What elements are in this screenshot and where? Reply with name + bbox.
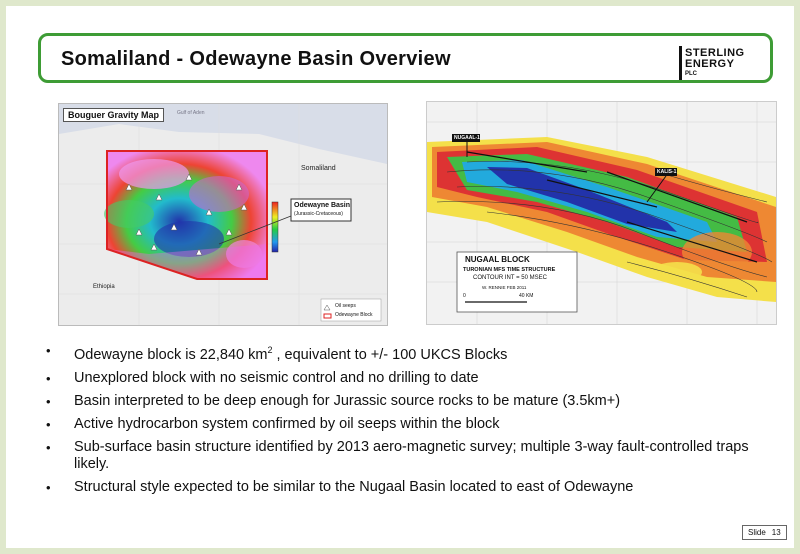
scale-end: 40 KM [519, 293, 534, 299]
logo-bar [679, 46, 682, 80]
ethiopia-label: Ethiopia [93, 284, 115, 290]
title-box: Somaliland - Odewayne Basin Overview [38, 33, 773, 83]
legend-seeps: Oil seeps [335, 303, 356, 309]
structure-label: TURONIAN MFS TIME STRUCTURE [463, 267, 556, 273]
block-title: NUGAAL BLOCK [465, 255, 530, 264]
gravity-map-title: Bouguer Gravity Map [63, 108, 165, 122]
logo-line-3: PLC [685, 71, 697, 77]
scale-start: 0 [463, 293, 466, 299]
slide: Somaliland - Odewayne Basin Overview STE… [6, 6, 794, 548]
bullet-item: Odewayne block is 22,840 km2 , equivalen… [44, 342, 764, 364]
slide-label: Slide [748, 528, 766, 537]
gulf-label: Gulf of Aden [177, 110, 205, 116]
bullet-list: Odewayne block is 22,840 km2 , equivalen… [44, 342, 764, 502]
nugaal-structure-map: NUGAAL-1 KALIS-1 NUGAAL BLOCK TURONIAN M… [426, 101, 777, 325]
slide-number-box: Slide 13 [742, 525, 787, 540]
nugaal-well-label: NUGAAL-1 [454, 135, 480, 141]
callout-subtitle: (Jurassic-Cretaceous) [294, 211, 343, 217]
slide-title: Somaliland - Odewayne Basin Overview [61, 48, 451, 70]
author-label: W. RENNIE FEB 2011 [482, 285, 527, 290]
bullet-item: Sub-surface basin structure identified b… [44, 439, 764, 473]
sterling-energy-logo: STERLING ENERGY PLC [679, 46, 759, 80]
bullet-item: Active hydrocarbon system confirmed by o… [44, 416, 764, 433]
contour-label: CONTOUR INT = 50 MSEC [473, 275, 547, 281]
legend-block: Odewayne Block [335, 312, 373, 318]
logo-line-2: ENERGY [685, 58, 735, 70]
somaliland-label: Somaliland [301, 165, 336, 172]
slide-number: 13 [771, 528, 781, 537]
bouguer-gravity-map: Bouguer Gravity Map Gulf of Aden Somalil… [58, 103, 388, 326]
kalis-well-label: KALIS-1 [657, 169, 677, 175]
bullet-item: Basin interpreted to be deep enough for … [44, 393, 764, 410]
callout-title: Odewayne Basin [294, 202, 351, 209]
bullet-item: Structural style expected to be similar … [44, 479, 764, 496]
bullet-item: Unexplored block with no seismic control… [44, 370, 764, 387]
